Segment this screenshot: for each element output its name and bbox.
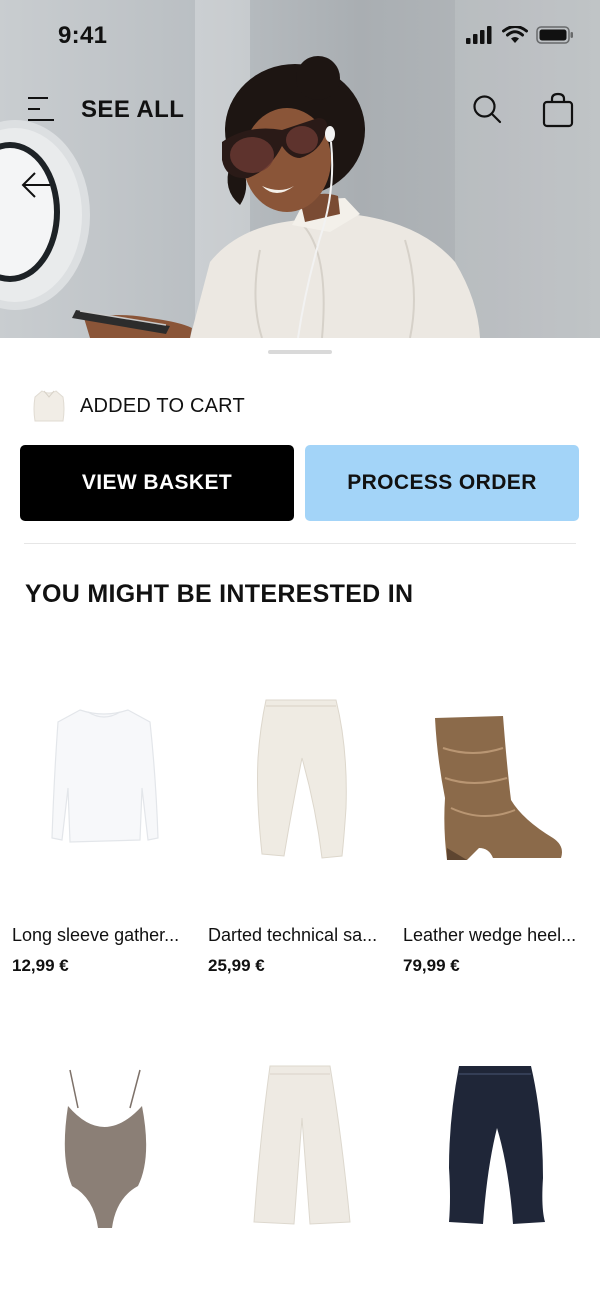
hero-image: 9:41 SEE ALL <box>0 0 600 338</box>
shopping-bag-button[interactable] <box>541 92 575 128</box>
status-time: 9:41 <box>58 22 108 49</box>
wifi-icon <box>502 26 528 43</box>
product-card[interactable]: Long sleeve gather... 12,99 € <box>12 688 202 976</box>
product-image <box>64 1069 147 1228</box>
battery-icon <box>536 26 573 44</box>
status-icons <box>466 26 574 44</box>
process-order-button[interactable]: PROCESS ORDER <box>305 445 579 521</box>
top-navigation: SEE ALL <box>0 86 600 134</box>
product-image <box>51 709 159 843</box>
see-all-title[interactable]: SEE ALL <box>81 96 184 124</box>
menu-icon <box>28 97 54 121</box>
menu-button[interactable] <box>26 96 56 122</box>
product-name: Darted technical sa... <box>208 925 378 945</box>
product-price: 79,99 € <box>403 956 460 975</box>
search-icon <box>473 95 502 124</box>
signal-icon <box>466 26 492 44</box>
product-image <box>257 699 347 859</box>
added-item-thumbnail <box>33 390 65 422</box>
product-card[interactable] <box>12 1058 202 1299</box>
view-basket-button[interactable]: VIEW BASKET <box>20 445 294 521</box>
product-price: 25,99 € <box>208 956 265 975</box>
added-to-cart-row: ADDED TO CART <box>30 386 570 426</box>
product-card[interactable]: Leather wedge heel... 79,99 € <box>403 688 593 976</box>
sheet-grabber[interactable] <box>268 350 332 354</box>
shopping-bag-icon <box>542 92 574 128</box>
product-card[interactable] <box>208 1058 398 1299</box>
product-name: Leather wedge heel... <box>403 925 577 945</box>
product-image <box>253 1065 351 1225</box>
back-button[interactable] <box>20 168 54 202</box>
status-bar: 9:41 <box>0 0 600 72</box>
product-card[interactable] <box>403 1058 593 1299</box>
product-name: Long sleeve gather... <box>12 925 180 945</box>
product-card[interactable]: Darted technical sa... 25,99 € <box>208 688 398 976</box>
search-button[interactable] <box>472 94 502 124</box>
recommendations-title: YOU MIGHT BE INTERESTED IN <box>25 580 414 608</box>
product-price: 12,99 € <box>12 956 69 975</box>
divider <box>24 543 576 544</box>
product-image <box>435 716 562 860</box>
added-to-cart-sheet: ADDED TO CART VIEW BASKET PROCESS ORDER … <box>0 338 600 1299</box>
back-arrow-icon <box>21 172 50 198</box>
added-to-cart-message: ADDED TO CART <box>80 394 245 417</box>
product-image <box>449 1066 545 1224</box>
